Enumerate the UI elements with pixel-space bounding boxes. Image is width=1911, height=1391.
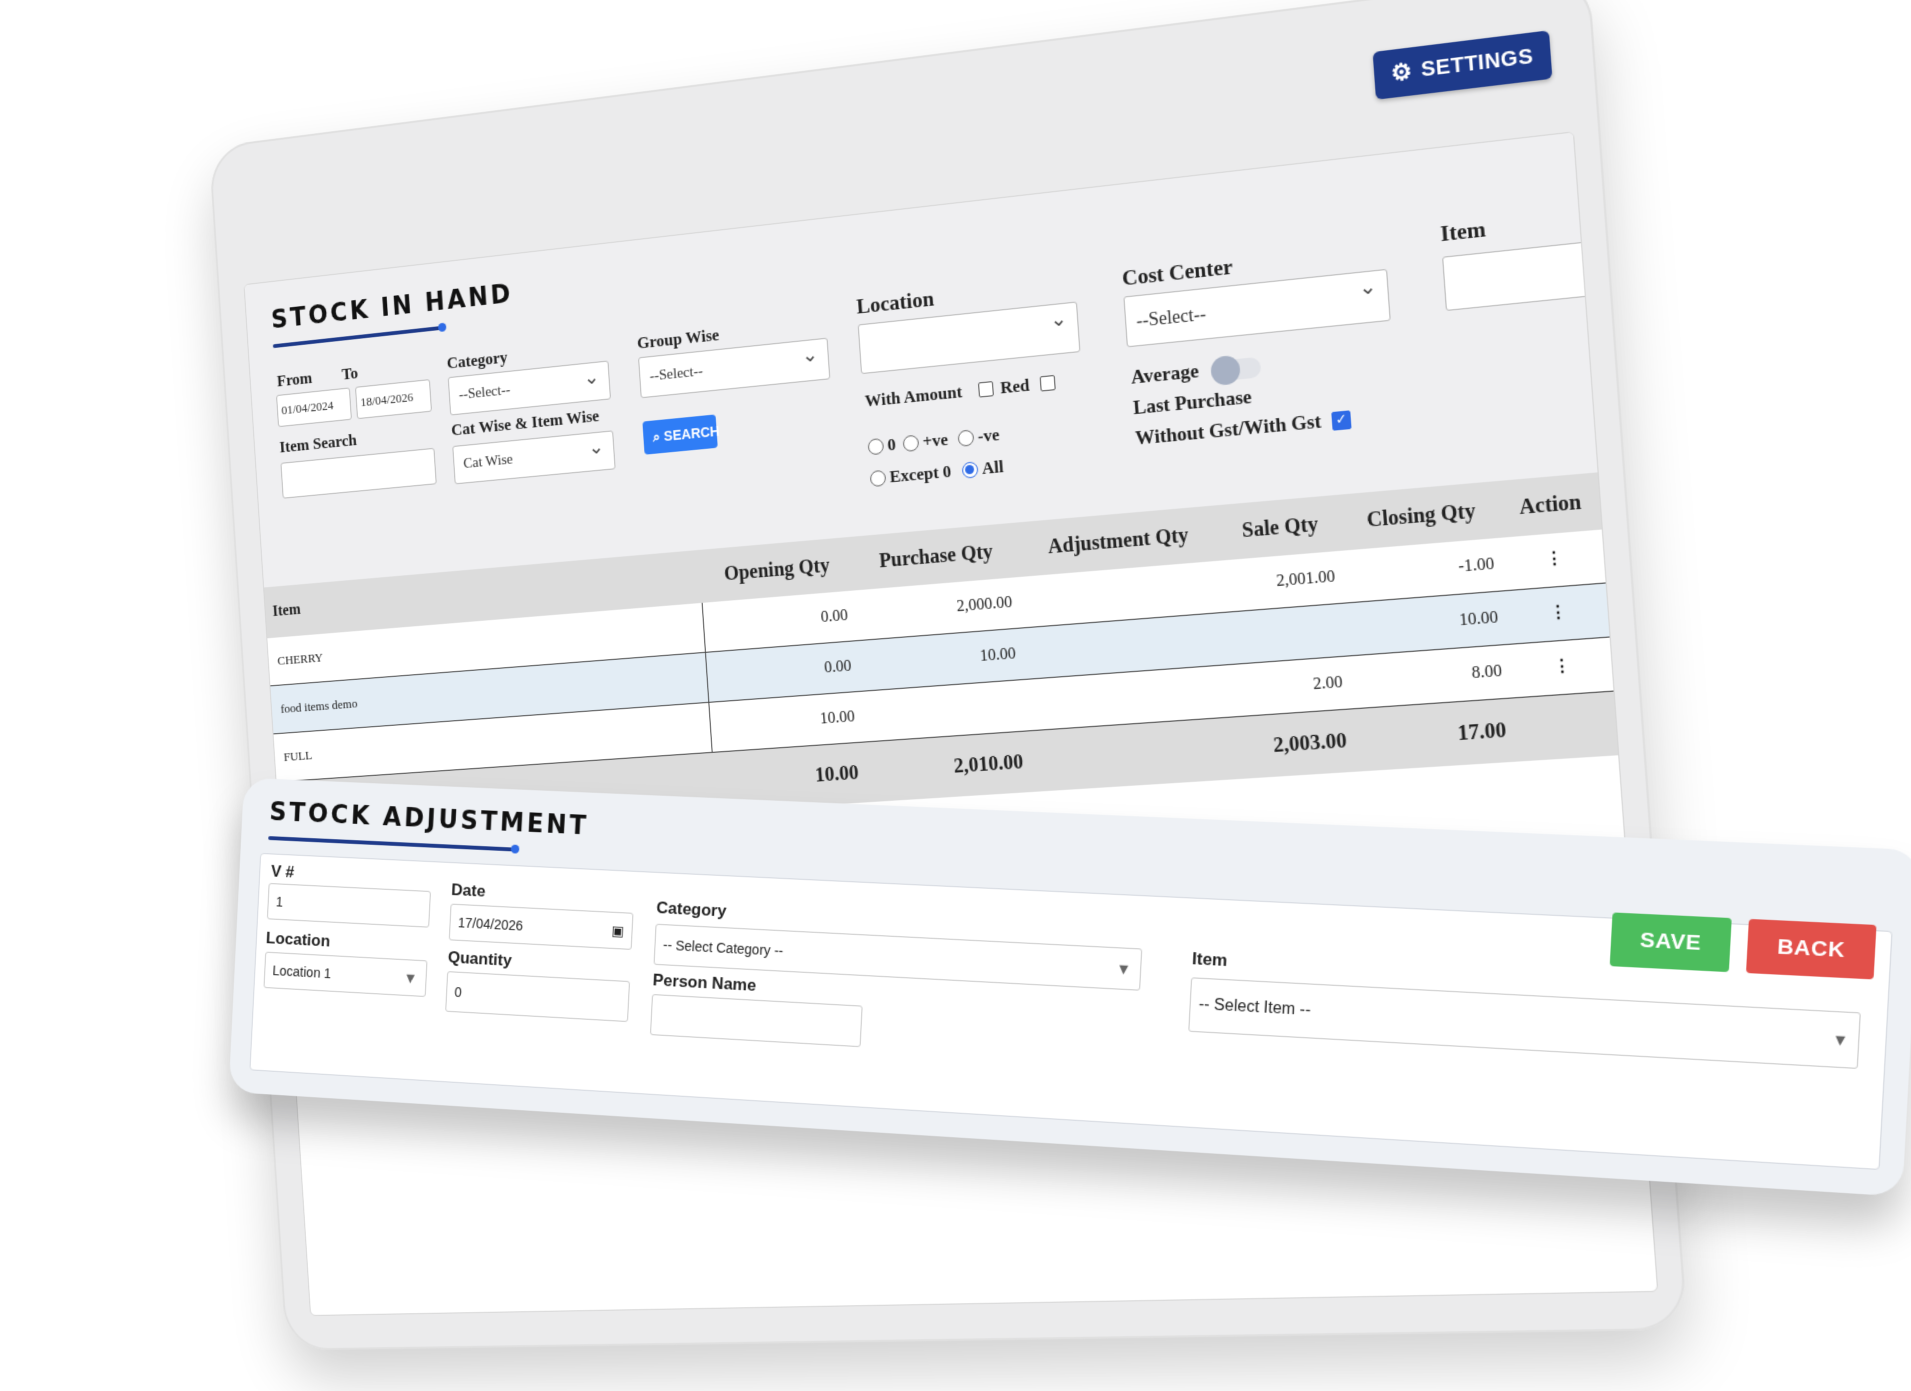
kebab-menu-icon[interactable]: ⋮	[1507, 582, 1610, 645]
item-label: Item	[1439, 216, 1487, 247]
radio-negative-label: -ve	[977, 424, 1000, 447]
col-action: Action	[1499, 472, 1602, 538]
category-label: Category	[446, 347, 509, 373]
settings-button[interactable]: ⚙ SETTINGS	[1372, 30, 1553, 100]
quantity-label: Quantity	[447, 947, 513, 970]
kebab-menu-icon[interactable]: ⋮	[1503, 529, 1606, 591]
kebab-menu-icon[interactable]: ⋮	[1510, 637, 1614, 698]
item-select[interactable]: -- Select Item --	[1188, 977, 1861, 1069]
category-label: Category	[655, 898, 727, 921]
category-select-value: --Select--	[458, 381, 511, 403]
v-number-input[interactable]: 1	[266, 882, 431, 928]
back-button[interactable]: BACK	[1745, 918, 1877, 980]
radio-except-zero[interactable]	[869, 469, 887, 488]
search-button[interactable]: ⌕ SEARCH	[642, 414, 720, 455]
average-label: Average	[1130, 360, 1200, 389]
red-label: Red	[999, 375, 1031, 398]
from-label: From	[276, 368, 313, 391]
catwise-select[interactable]: Cat Wise	[452, 430, 616, 485]
last-purchase-label: Last Purchase	[1132, 386, 1253, 420]
calendar-icon[interactable]: ▣	[611, 922, 624, 939]
quantity-input[interactable]: 0	[445, 971, 631, 1023]
stock-adjustment-title: STOCK ADJUSTMENT	[268, 797, 590, 842]
location-select-value: Location 1	[272, 962, 332, 982]
location-label: Location	[265, 928, 331, 951]
to-date-input[interactable]: 18/04/2026	[355, 379, 432, 420]
search-icon: ⌕	[652, 428, 661, 445]
toggle-knob	[1210, 354, 1241, 387]
radio-negative[interactable]	[957, 429, 975, 447]
radio-except-zero-label: Except 0	[888, 461, 952, 487]
radio-positive-label: +ve	[921, 429, 949, 452]
date-input[interactable]: 17/04/2026 ▣	[448, 903, 634, 950]
with-amount-label: With Amount	[864, 382, 963, 411]
radio-positive[interactable]	[902, 434, 920, 453]
radio-zero-label: 0	[886, 434, 897, 455]
from-date-input[interactable]: 01/04/2024	[276, 387, 352, 428]
date-label: Date	[450, 880, 486, 901]
title-underline	[268, 836, 514, 852]
page-title: STOCK IN HAND	[270, 279, 514, 335]
category-select-value: -- Select Category --	[662, 936, 784, 959]
location-label: Location	[855, 286, 935, 319]
item-label: Item	[1191, 949, 1228, 971]
with-amount-checkbox[interactable]	[978, 381, 994, 398]
settings-label: SETTINGS	[1420, 44, 1535, 82]
cost-center-select-value: --Select--	[1135, 302, 1207, 331]
radio-zero[interactable]	[867, 437, 885, 456]
to-label: To	[341, 363, 359, 384]
item-search-input[interactable]	[280, 447, 437, 499]
date-input-value: 17/04/2026	[457, 914, 524, 934]
red-checkbox[interactable]	[1039, 374, 1056, 392]
person-name-label: Person Name	[652, 970, 757, 995]
total-closing: 17.00	[1355, 697, 1520, 772]
radio-all-label: All	[981, 456, 1005, 479]
gst-checkbox[interactable]: ✓	[1331, 410, 1352, 431]
cell-sale: 2.00	[1227, 655, 1356, 718]
total-action	[1514, 691, 1619, 762]
item-select-value: -- Select Item --	[1198, 995, 1312, 1020]
group-wise-select-value: --Select--	[649, 363, 704, 385]
col-sale-qty: Sale Qty	[1216, 494, 1344, 561]
radio-all[interactable]	[961, 461, 979, 479]
cell-sale	[1224, 602, 1352, 665]
total-purchase: 2,010.00	[866, 730, 1036, 803]
cell-sale: 2,001.00	[1220, 550, 1348, 613]
total-adjustment	[1031, 717, 1237, 792]
gear-icon: ⚙	[1390, 57, 1414, 87]
check-icon: ✓	[1335, 410, 1348, 428]
location-select[interactable]: Location 1	[263, 951, 428, 998]
person-name-input[interactable]	[649, 994, 863, 1048]
average-toggle[interactable]	[1210, 354, 1262, 387]
v-number-label: V #	[270, 862, 295, 882]
item-search-label: Item Search	[278, 430, 358, 457]
total-sale: 2,003.00	[1231, 708, 1360, 780]
catwise-select-value: Cat Wise	[462, 451, 514, 472]
search-label: SEARCH	[663, 422, 720, 444]
save-button[interactable]: SAVE	[1609, 912, 1732, 973]
